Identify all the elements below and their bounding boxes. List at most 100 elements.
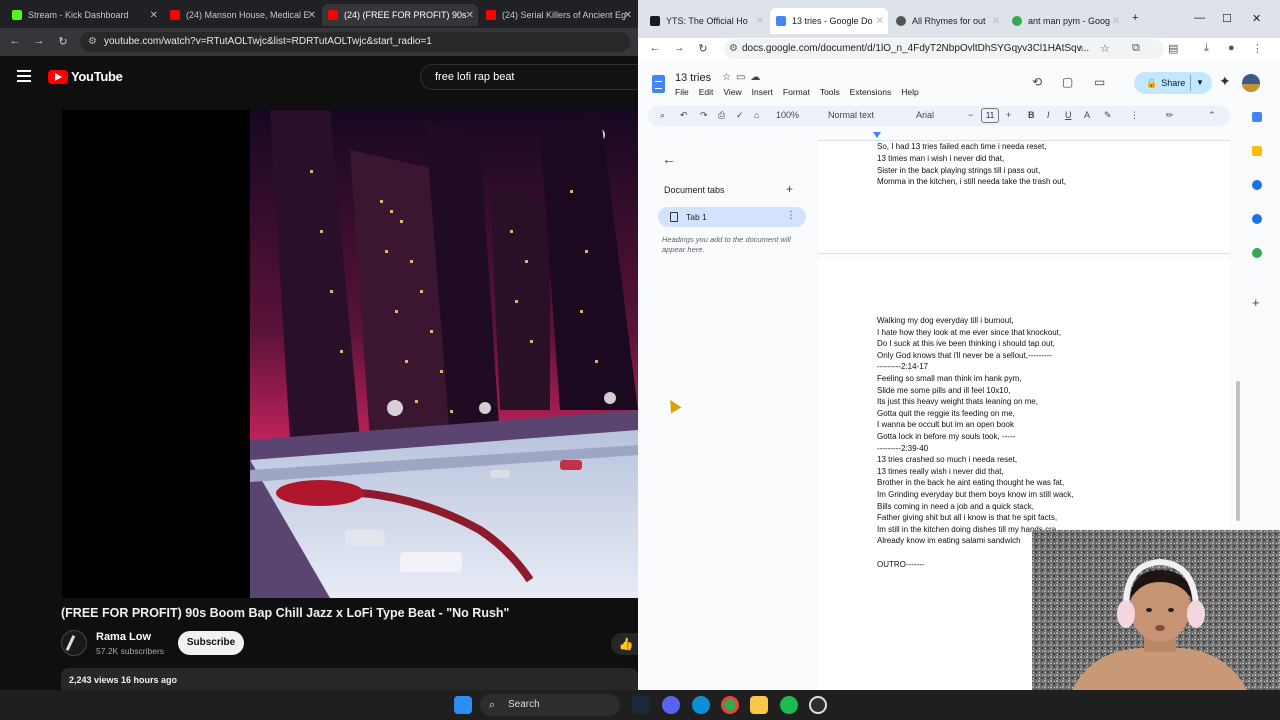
star-icon[interactable]: ☆ xyxy=(722,72,736,83)
tasks-icon[interactable] xyxy=(1252,180,1262,190)
obs-icon[interactable] xyxy=(809,696,827,714)
search-menus-icon[interactable]: ⌕ xyxy=(660,110,665,121)
zoom-select[interactable]: 100% xyxy=(776,110,799,120)
close-icon[interactable]: ✕ xyxy=(1112,16,1120,27)
menu-tools[interactable]: Tools xyxy=(820,87,840,97)
tab-yts[interactable]: YTS: The Official Ho ✕ xyxy=(644,8,768,34)
discord-icon[interactable] xyxy=(662,696,680,714)
gemini-icon[interactable]: ✦ xyxy=(1219,73,1231,90)
window-close-icon[interactable]: ✕ xyxy=(1252,12,1261,25)
download-icon[interactable]: ⤓ xyxy=(1204,42,1209,55)
editing-mode-icon[interactable]: ✏ xyxy=(1166,110,1174,121)
back-arrow-icon[interactable]: ← xyxy=(662,151,676,167)
close-icon[interactable]: ✕ xyxy=(624,10,632,21)
close-icon[interactable]: ✕ xyxy=(466,10,474,21)
youtube-logo[interactable]: YouTube xyxy=(48,69,123,84)
comments-icon[interactable]: ▢ xyxy=(1062,75,1073,89)
reload-icon[interactable]: ↻ xyxy=(56,35,70,48)
more-options-icon[interactable]: ⋮ xyxy=(1130,110,1139,121)
spotify-icon[interactable] xyxy=(780,696,798,714)
version-history-icon[interactable]: ⟲ xyxy=(1032,75,1042,89)
maximize-icon[interactable]: ☐ xyxy=(1222,12,1232,25)
keep-icon[interactable] xyxy=(1252,146,1262,156)
highlight-icon[interactable]: ✎ xyxy=(1104,110,1112,121)
undo-icon[interactable]: ↶ xyxy=(680,110,688,121)
video-player[interactable] xyxy=(62,110,638,598)
menu-insert[interactable]: Insert xyxy=(752,87,773,97)
tab-ant-man-pym[interactable]: ant man pym - Goog ✕ xyxy=(1006,8,1124,34)
add-tab-icon[interactable]: + xyxy=(786,182,793,196)
italic-icon[interactable]: I xyxy=(1047,110,1050,120)
tab-all-rhymes[interactable]: All Rhymes for out ✕ xyxy=(890,8,1004,34)
cloud-status-icon[interactable]: ☁ xyxy=(750,72,765,83)
tab-kick-dashboard[interactable]: Stream - Kick Dashboard ✕ xyxy=(6,4,162,26)
description-box[interactable]: 2,243 views 16 hours ago xyxy=(61,668,638,692)
document-title[interactable]: 13 tries xyxy=(675,72,711,84)
steam-icon[interactable] xyxy=(632,696,650,714)
channel-name[interactable]: Rama Low xyxy=(96,631,151,643)
spellcheck-icon[interactable]: ✓ xyxy=(736,110,744,121)
indent-marker[interactable] xyxy=(873,132,881,138)
site-info-icon[interactable]: ⚙ xyxy=(729,39,738,59)
extensions-icon[interactable]: ⧉ xyxy=(1132,42,1140,55)
menu-edit[interactable]: Edit xyxy=(699,87,714,97)
decrease-font-icon[interactable]: − xyxy=(968,110,973,120)
edge-icon[interactable] xyxy=(692,696,710,714)
menu-view[interactable]: View xyxy=(723,87,741,97)
google-docs-logo-icon[interactable] xyxy=(652,75,665,93)
add-app-icon[interactable]: + xyxy=(1252,296,1262,309)
site-info-icon[interactable]: ⚙ xyxy=(88,32,97,52)
reload-icon[interactable]: ↻ xyxy=(696,42,710,55)
file-explorer-icon[interactable] xyxy=(750,696,768,714)
document-page-1[interactable]: So, I had 13 tries failed each time i ne… xyxy=(818,141,1230,254)
tab-manson-house[interactable]: (24) Manson House, Medical E ✕ xyxy=(164,4,320,26)
share-button[interactable]: 🔒 Share ▼ xyxy=(1134,72,1212,94)
close-icon[interactable]: ✕ xyxy=(308,10,316,21)
tab-serial-killers[interactable]: (24) Serial Killers of Ancient Eg ✕ xyxy=(480,4,636,26)
close-icon[interactable]: ✕ xyxy=(150,10,158,21)
paint-format-icon[interactable]: ⌂ xyxy=(754,110,759,120)
close-icon[interactable]: ✕ xyxy=(992,16,1000,27)
chevron-down-icon[interactable]: ▼ xyxy=(1196,72,1204,94)
menu-extensions[interactable]: Extensions xyxy=(850,87,892,97)
menu-file[interactable]: File xyxy=(675,87,689,97)
chrome-icon[interactable] xyxy=(721,696,739,714)
increase-font-icon[interactable]: + xyxy=(1006,110,1011,120)
close-icon[interactable]: ✕ xyxy=(876,16,884,27)
menu-icon[interactable] xyxy=(17,70,31,82)
calendar-icon[interactable] xyxy=(1252,112,1262,122)
channel-avatar[interactable] xyxy=(61,630,87,656)
forward-icon[interactable]: → xyxy=(672,42,686,54)
menu-format[interactable]: Format xyxy=(783,87,810,97)
ruler[interactable] xyxy=(818,130,1230,141)
right-url-bar[interactable]: ⚙ docs.google.com/document/d/1lO_n_4FdyT… xyxy=(724,39,1164,59)
print-icon[interactable]: ⎙ xyxy=(718,110,725,121)
forward-icon[interactable]: → xyxy=(32,35,46,47)
new-tab-icon[interactable]: + xyxy=(1132,12,1138,24)
youtube-search-input[interactable]: free lofi rap beat xyxy=(420,64,638,90)
side-panel-icon[interactable]: ▤ xyxy=(1168,42,1178,55)
profile-icon[interactable]: ● xyxy=(1228,42,1235,54)
scrollbar-thumb[interactable] xyxy=(1236,381,1240,521)
menu-help[interactable]: Help xyxy=(901,87,918,97)
paragraph-style-select[interactable]: Normal text xyxy=(828,110,874,120)
like-button[interactable]: 👍 xyxy=(611,633,641,655)
more-vert-icon[interactable]: ⋮ xyxy=(786,210,796,221)
browser-menu-icon[interactable]: ⋮ xyxy=(1252,42,1263,55)
close-icon[interactable]: ✕ xyxy=(756,16,764,27)
taskbar-search[interactable]: ⌕ Search xyxy=(480,694,620,716)
bold-icon[interactable]: B xyxy=(1028,110,1035,120)
font-size-input[interactable]: 11 xyxy=(981,108,999,123)
zoom-icon[interactable]: ⌕ xyxy=(1078,42,1084,55)
back-icon[interactable]: ← xyxy=(8,35,22,47)
collapse-toolbar-icon[interactable]: ⌃ xyxy=(1208,110,1216,121)
tab-free-for-profit[interactable]: (24) (FREE FOR PROFIT) 90s ✕ xyxy=(322,4,478,26)
text-color-icon[interactable]: A xyxy=(1084,110,1090,120)
avatar[interactable] xyxy=(1242,74,1260,92)
meet-icon[interactable]: ▭ xyxy=(1094,75,1105,89)
minimize-icon[interactable]: — xyxy=(1194,12,1205,24)
subscribe-button[interactable]: Subscribe xyxy=(178,631,244,655)
document-tab-item[interactable]: Tab 1 ⋮ xyxy=(658,207,806,227)
redo-icon[interactable]: ↷ xyxy=(700,110,708,121)
move-folder-icon[interactable]: ▭ xyxy=(736,72,750,83)
